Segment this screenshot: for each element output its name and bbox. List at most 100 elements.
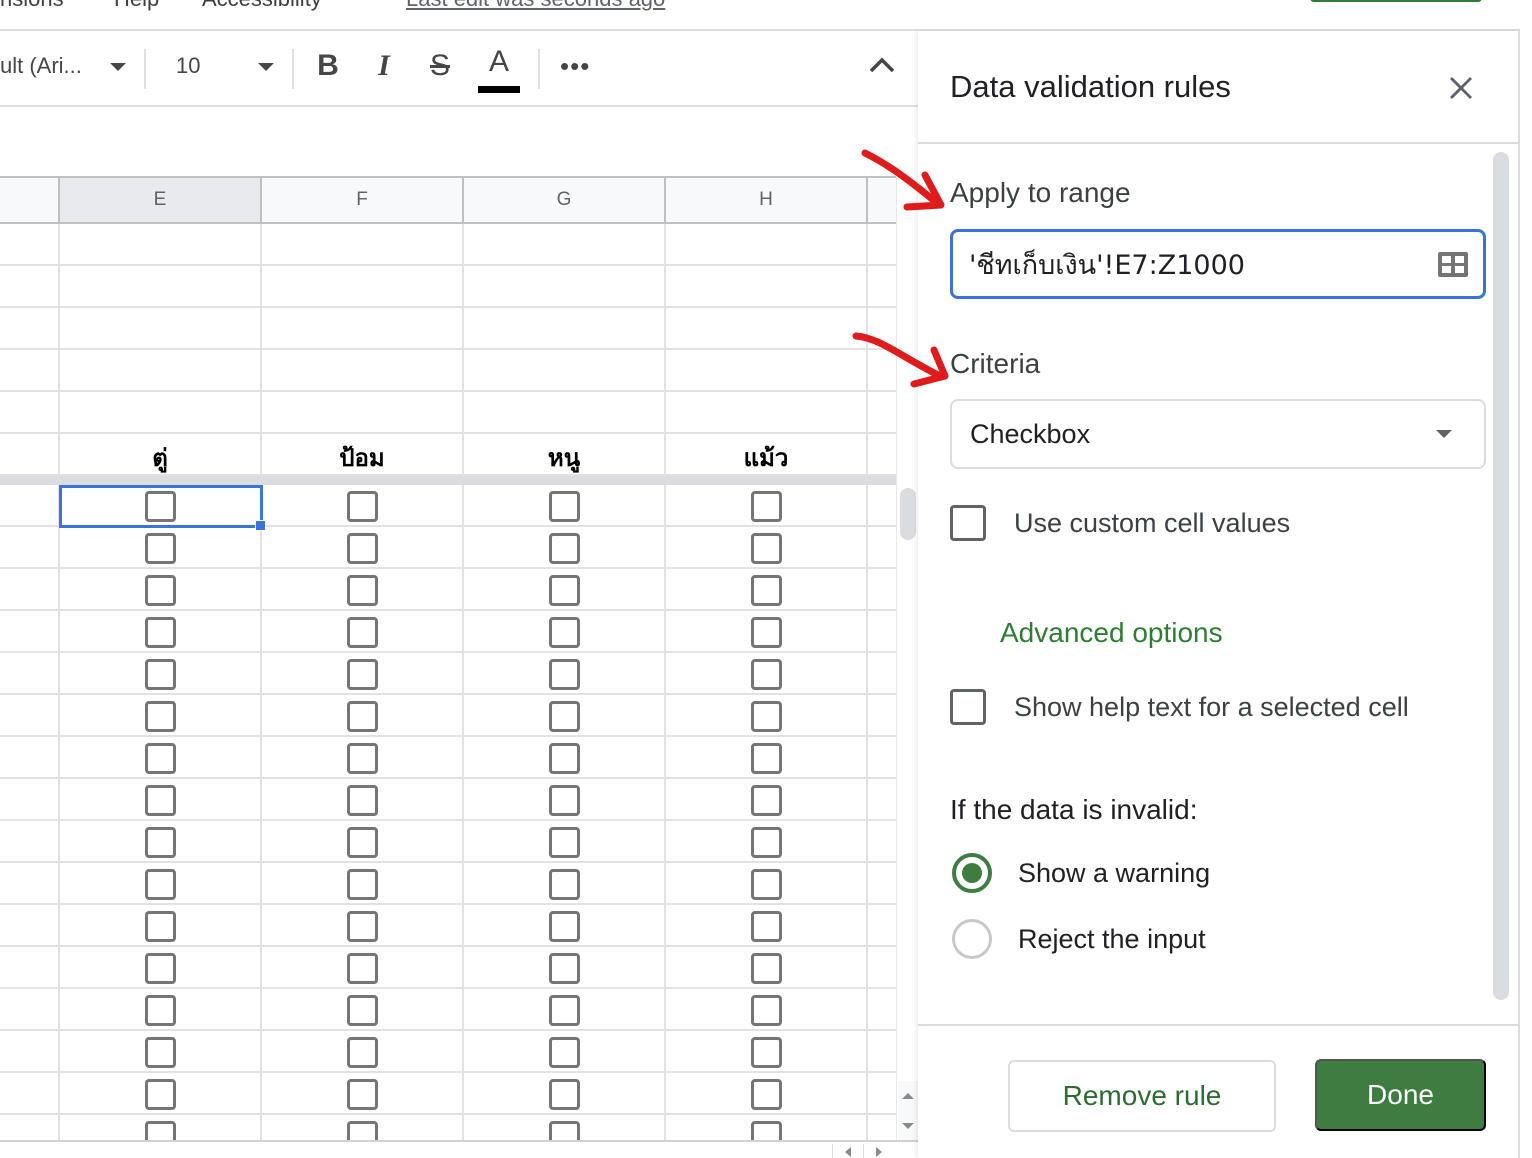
checkbox-icon[interactable]	[548, 1078, 580, 1110]
cell[interactable]	[0, 947, 60, 989]
checkbox-icon[interactable]	[144, 784, 176, 816]
checkbox-icon[interactable]	[346, 700, 378, 732]
cell[interactable]	[0, 611, 60, 653]
checkbox-icon[interactable]	[750, 490, 782, 522]
cell[interactable]	[60, 350, 262, 392]
checkbox-icon[interactable]	[750, 994, 782, 1026]
cell[interactable]	[0, 905, 60, 947]
checkbox-cell[interactable]	[60, 569, 262, 611]
checkbox-cell[interactable]	[262, 905, 464, 947]
checkbox-cell[interactable]	[464, 779, 666, 821]
checkbox-cell[interactable]	[464, 863, 666, 905]
cell[interactable]	[868, 1073, 896, 1115]
horizontal-scrollbar[interactable]	[0, 1140, 918, 1158]
checkbox-icon[interactable]	[548, 952, 580, 984]
font-size-select[interactable]: 10	[176, 53, 274, 79]
checkbox-cell[interactable]	[666, 863, 868, 905]
scroll-right-button[interactable]	[863, 1144, 893, 1158]
checkbox-icon[interactable]	[346, 910, 378, 942]
cell[interactable]	[464, 224, 666, 266]
checkbox-icon[interactable]	[750, 700, 782, 732]
checkbox-cell[interactable]	[666, 821, 868, 863]
checkbox-cell[interactable]	[60, 779, 262, 821]
cell[interactable]	[0, 485, 60, 527]
show-help-text-checkbox[interactable]	[950, 689, 986, 725]
range-input[interactable]: 'ชีทเก็บเงิน'!E7:Z1000	[950, 229, 1486, 299]
cell[interactable]	[262, 266, 464, 308]
checkbox-icon[interactable]	[144, 826, 176, 858]
cell[interactable]	[868, 737, 896, 779]
name-cell[interactable]: แม้ว	[666, 434, 868, 476]
checkbox-cell[interactable]	[464, 527, 666, 569]
checkbox-cell[interactable]	[464, 821, 666, 863]
checkbox-cell[interactable]	[464, 611, 666, 653]
checkbox-cell[interactable]	[262, 989, 464, 1031]
cell[interactable]	[868, 527, 896, 569]
cell[interactable]	[666, 350, 868, 392]
cell[interactable]	[262, 224, 464, 266]
checkbox-cell[interactable]	[60, 695, 262, 737]
panel-scrollbar[interactable]	[1493, 152, 1509, 1000]
cell[interactable]	[868, 1031, 896, 1073]
checkbox-cell[interactable]	[60, 1031, 262, 1073]
checkbox-icon[interactable]	[346, 826, 378, 858]
checkbox-icon[interactable]	[750, 826, 782, 858]
column-header-prev[interactable]	[0, 176, 60, 224]
checkbox-icon[interactable]	[346, 1036, 378, 1068]
checkbox-icon[interactable]	[144, 910, 176, 942]
checkbox-cell[interactable]	[262, 947, 464, 989]
checkbox-cell[interactable]	[60, 947, 262, 989]
checkbox-cell[interactable]	[60, 905, 262, 947]
italic-icon[interactable]: I	[368, 49, 400, 83]
scroll-left-button[interactable]	[832, 1144, 862, 1158]
cell[interactable]	[666, 224, 868, 266]
scroll-down-button[interactable]	[898, 1111, 918, 1141]
checkbox-cell[interactable]	[60, 653, 262, 695]
checkbox-cell[interactable]	[464, 737, 666, 779]
cell[interactable]	[868, 434, 896, 476]
checkbox-icon[interactable]	[750, 952, 782, 984]
checkbox-cell[interactable]	[262, 611, 464, 653]
cell[interactable]	[868, 569, 896, 611]
cell[interactable]	[0, 308, 60, 350]
checkbox-icon[interactable]	[144, 1078, 176, 1110]
frozen-rows-divider[interactable]	[0, 476, 918, 485]
checkbox-cell[interactable]	[666, 485, 868, 527]
cell[interactable]	[868, 653, 896, 695]
checkbox-cell[interactable]	[262, 485, 464, 527]
cell[interactable]	[868, 863, 896, 905]
cell[interactable]	[666, 308, 868, 350]
cell[interactable]	[868, 485, 896, 527]
cell[interactable]	[0, 350, 60, 392]
cell[interactable]	[0, 989, 60, 1031]
checkbox-icon[interactable]	[346, 952, 378, 984]
cell[interactable]	[0, 821, 60, 863]
menu-accessibility[interactable]: Accessibility	[202, 0, 322, 12]
checkbox-icon[interactable]	[548, 868, 580, 900]
checkbox-icon[interactable]	[144, 994, 176, 1026]
checkbox-icon[interactable]	[548, 490, 580, 522]
name-cell[interactable]: ป้อม	[262, 434, 464, 476]
radio-show-warning[interactable]: Show a warning	[952, 853, 1210, 893]
fill-handle[interactable]	[255, 520, 266, 531]
checkbox-cell[interactable]	[60, 485, 262, 527]
cell[interactable]	[868, 905, 896, 947]
cell[interactable]	[60, 224, 262, 266]
menu-extensions[interactable]: nsions	[0, 0, 64, 12]
checkbox-icon[interactable]	[548, 1036, 580, 1068]
checkbox-icon[interactable]	[548, 784, 580, 816]
checkbox-cell[interactable]	[60, 821, 262, 863]
cell[interactable]	[868, 611, 896, 653]
cell[interactable]	[464, 308, 666, 350]
checkbox-icon[interactable]	[346, 658, 378, 690]
checkbox-icon[interactable]	[750, 910, 782, 942]
cell[interactable]	[868, 350, 896, 392]
checkbox-cell[interactable]	[666, 527, 868, 569]
cell[interactable]	[868, 308, 896, 350]
cell[interactable]	[868, 947, 896, 989]
checkbox-icon[interactable]	[548, 616, 580, 648]
share-button[interactable]	[1310, 0, 1482, 2]
checkbox-cell[interactable]	[666, 947, 868, 989]
checkbox-icon[interactable]	[144, 952, 176, 984]
checkbox-icon[interactable]	[750, 658, 782, 690]
